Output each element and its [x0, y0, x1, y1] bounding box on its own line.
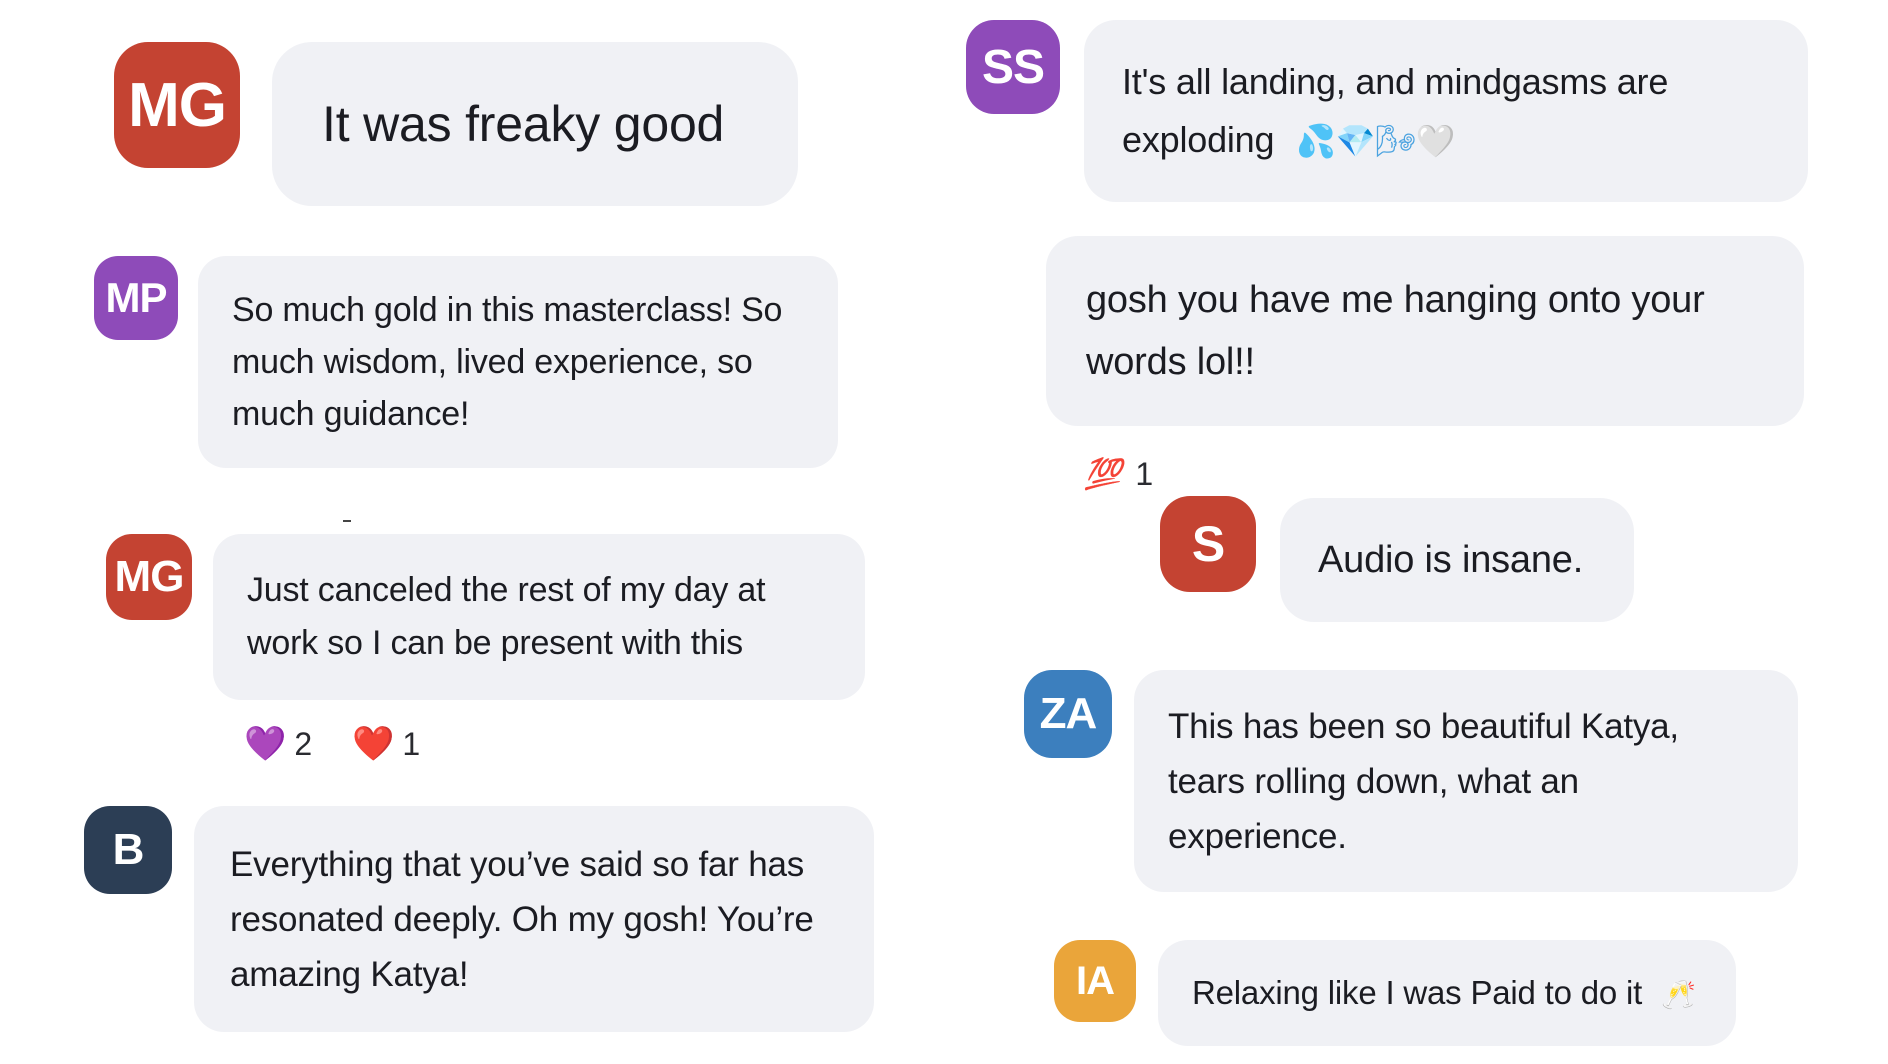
avatar-ia[interactable]: IA — [1054, 940, 1136, 1022]
message-text: It's all landing, and mindgasms are expl… — [1122, 53, 1770, 170]
message-body: Relaxing like I was Paid to do it — [1192, 974, 1643, 1011]
message-bubble[interactable]: Audio is insane. — [1280, 498, 1634, 622]
avatar-initials: MG — [114, 552, 185, 601]
message-bubble[interactable]: It's all landing, and mindgasms are expl… — [1084, 20, 1808, 202]
red-heart-icon: ❤️ — [352, 724, 395, 764]
message-text: Everything that you’ve said so far has r… — [230, 844, 814, 994]
message-bubble[interactable]: gosh you have me hanging onto your words… — [1046, 236, 1804, 426]
message-text: Just canceled the rest of my day at work… — [247, 571, 766, 662]
message-bubble[interactable]: It was freaky good — [272, 42, 798, 206]
message-text: Relaxing like I was Paid to do it 🥂 — [1192, 974, 1696, 1012]
avatar-initials: MG — [128, 70, 227, 140]
reaction-count: 1 — [402, 725, 421, 762]
reaction-purple-heart[interactable]: 💜 2 — [244, 722, 312, 766]
reaction-count: 2 — [294, 725, 313, 762]
reaction-red-heart[interactable]: ❤️ 1 — [352, 722, 420, 766]
message-bubble[interactable]: Relaxing like I was Paid to do it 🥂 — [1158, 940, 1736, 1046]
message-text: This has been so beautiful Katya, tears … — [1168, 706, 1679, 856]
message-text: gosh you have me hanging onto your words… — [1086, 279, 1705, 383]
message-bubble[interactable]: This has been so beautiful Katya, tears … — [1134, 670, 1798, 892]
avatar-initials: ZA — [1039, 689, 1098, 738]
message-bubble[interactable]: So much gold in this masterclass! So muc… — [198, 256, 838, 468]
avatar-initials: SS — [981, 40, 1045, 94]
avatar-initials: IA — [1076, 958, 1115, 1003]
reaction-hundred[interactable]: 💯 1 — [1084, 452, 1153, 496]
avatar-s[interactable]: S — [1160, 496, 1256, 592]
avatar-ss[interactable]: SS — [966, 20, 1060, 114]
message-text: It was freaky good — [322, 96, 725, 152]
purple-heart-icon: 💜 — [244, 724, 287, 764]
avatar-initials: S — [1191, 516, 1225, 572]
reaction-count: 1 — [1135, 455, 1154, 492]
avatar-mg[interactable]: MG — [114, 42, 240, 168]
message-text: So much gold in this masterclass! So muc… — [232, 291, 783, 433]
avatar-mg[interactable]: MG — [106, 534, 192, 620]
avatar-initials: B — [112, 825, 145, 874]
avatar-mp[interactable]: MP — [94, 256, 178, 340]
emoji-sequence: 💦💎🌬🤍 — [1296, 121, 1456, 160]
avatar-za[interactable]: ZA — [1024, 670, 1112, 758]
avatar-initials: MP — [105, 274, 168, 321]
message-text: Audio is insane. — [1318, 538, 1584, 581]
champagne-glasses-icon: 🥂 — [1661, 978, 1696, 1011]
avatar-b[interactable]: B — [84, 806, 172, 894]
divider — [343, 520, 351, 522]
message-bubble[interactable]: Everything that you’ve said so far has r… — [194, 806, 874, 1032]
hundred-points-icon: 💯 — [1084, 456, 1122, 492]
message-bubble[interactable]: Just canceled the rest of my day at work… — [213, 534, 865, 700]
